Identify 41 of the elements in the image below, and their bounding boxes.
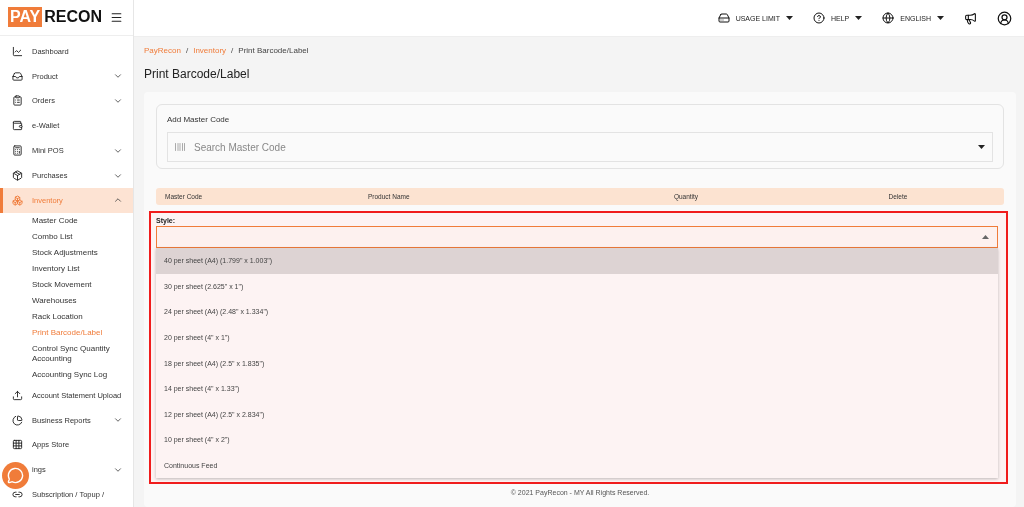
sidebar-subitem[interactable]: Stock Movement	[0, 276, 133, 293]
breadcrumb-separator: /	[231, 46, 234, 55]
sidebar-subitem[interactable]: Stock Adjustments	[0, 244, 133, 261]
inbox-icon	[12, 70, 23, 82]
line-chart-icon	[12, 45, 23, 57]
calculator-icon	[12, 145, 23, 157]
globe-icon	[882, 12, 895, 24]
field-label: Add Master Code	[167, 115, 231, 124]
style-select[interactable]	[156, 226, 998, 248]
sidebar-subitem[interactable]: Control Sync Quantity Accounting	[0, 340, 133, 367]
chat-icon	[7, 467, 24, 484]
help-icon	[812, 12, 825, 24]
chat-button[interactable]	[2, 462, 29, 489]
logo: PAY RECON	[8, 7, 103, 28]
caret-icon	[855, 16, 863, 20]
barcode-icon	[174, 141, 186, 153]
clipboard-icon	[12, 95, 23, 107]
caret-icon	[982, 235, 989, 239]
sidebar-subitem[interactable]: Rack Location	[0, 308, 133, 325]
sidebar-subitem[interactable]: Warehouses	[0, 292, 133, 309]
caret-icon	[785, 16, 793, 20]
menu-icon[interactable]	[110, 10, 123, 24]
wallet-icon	[12, 120, 23, 132]
breadcrumb-current: Print Barcode/Label	[238, 46, 309, 55]
sidebar-subitem[interactable]: Accounting Sync Log	[0, 366, 133, 383]
user-icon[interactable]	[997, 10, 1012, 26]
grid-icon	[12, 439, 23, 451]
boxes-icon	[12, 194, 23, 206]
breadcrumb-separator: /	[185, 46, 189, 55]
pie-chart-icon	[12, 414, 23, 426]
search-field[interactable]: Search Master Code	[167, 132, 993, 162]
page-title: Print Barcode/Label	[144, 67, 251, 81]
megaphone-icon[interactable]	[964, 11, 977, 25]
upload-icon	[12, 389, 23, 401]
sidebar-subitem[interactable]: Inventory List	[0, 260, 133, 277]
caret-icon	[978, 145, 985, 149]
caret-icon	[937, 16, 944, 20]
sidebar-subitem[interactable]: Combo List	[0, 228, 133, 245]
package-icon	[12, 170, 23, 181]
drive-icon	[717, 12, 730, 24]
sidebar-subitem[interactable]: Master Code	[0, 212, 133, 229]
